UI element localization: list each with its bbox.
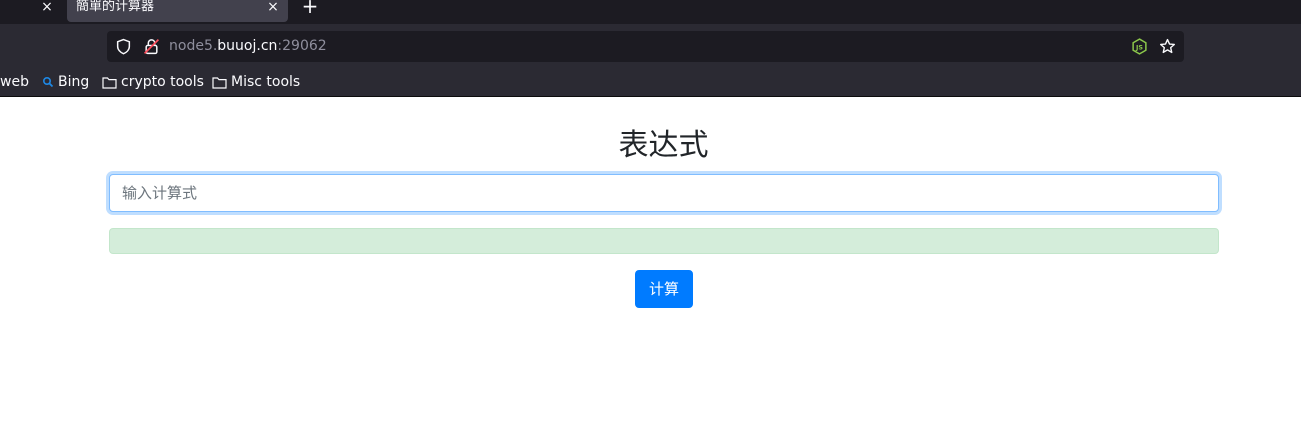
bookmark-misc-tools[interactable]: Misc tools bbox=[212, 73, 300, 91]
url-text[interactable]: node5.buuoj.cn:29062 bbox=[169, 37, 327, 56]
bookmark-bing[interactable]: Bing bbox=[42, 73, 89, 91]
bookmark-web[interactable]: web bbox=[0, 73, 29, 91]
bookmarks-toolbar: web Bing crypto tools Misc tools bbox=[0, 68, 1301, 97]
page-title: 表达式 bbox=[618, 128, 709, 163]
bookmark-label: Bing bbox=[58, 74, 90, 90]
tab-title: 簡單的计算器 bbox=[76, 0, 155, 14]
expression-input[interactable] bbox=[109, 174, 1219, 212]
previous-tab-close-icon[interactable]: × bbox=[38, 0, 56, 16]
url-port: :29062 bbox=[277, 38, 327, 54]
search-icon bbox=[42, 76, 54, 88]
active-tab[interactable]: 簡單的计算器 × bbox=[67, 0, 288, 22]
tab-strip: × 簡單的计算器 × + bbox=[0, 0, 1301, 24]
folder-icon bbox=[212, 76, 227, 89]
navigation-bar: node5.buuoj.cn:29062 JS bbox=[0, 24, 1301, 68]
insecure-lock-icon[interactable] bbox=[143, 38, 160, 55]
url-host: buuoj.cn bbox=[217, 38, 278, 54]
folder-icon bbox=[102, 76, 117, 89]
svg-text:JS: JS bbox=[1135, 43, 1143, 51]
tab-close-icon[interactable]: × bbox=[266, 0, 280, 16]
url-bar[interactable]: node5.buuoj.cn:29062 JS bbox=[107, 31, 1184, 62]
nodejs-extension-icon[interactable]: JS bbox=[1131, 38, 1148, 55]
new-tab-button[interactable]: + bbox=[300, 0, 320, 16]
bookmark-label: Misc tools bbox=[231, 74, 301, 90]
bookmark-label: web bbox=[0, 74, 29, 90]
shield-icon[interactable] bbox=[115, 38, 132, 55]
bookmark-label: crypto tools bbox=[121, 74, 204, 90]
bookmark-star-icon[interactable] bbox=[1159, 38, 1176, 55]
calculate-button[interactable]: 计算 bbox=[635, 270, 693, 308]
result-alert bbox=[109, 228, 1219, 254]
url-subdomain: node5. bbox=[169, 38, 218, 54]
bookmark-crypto-tools[interactable]: crypto tools bbox=[102, 73, 204, 91]
